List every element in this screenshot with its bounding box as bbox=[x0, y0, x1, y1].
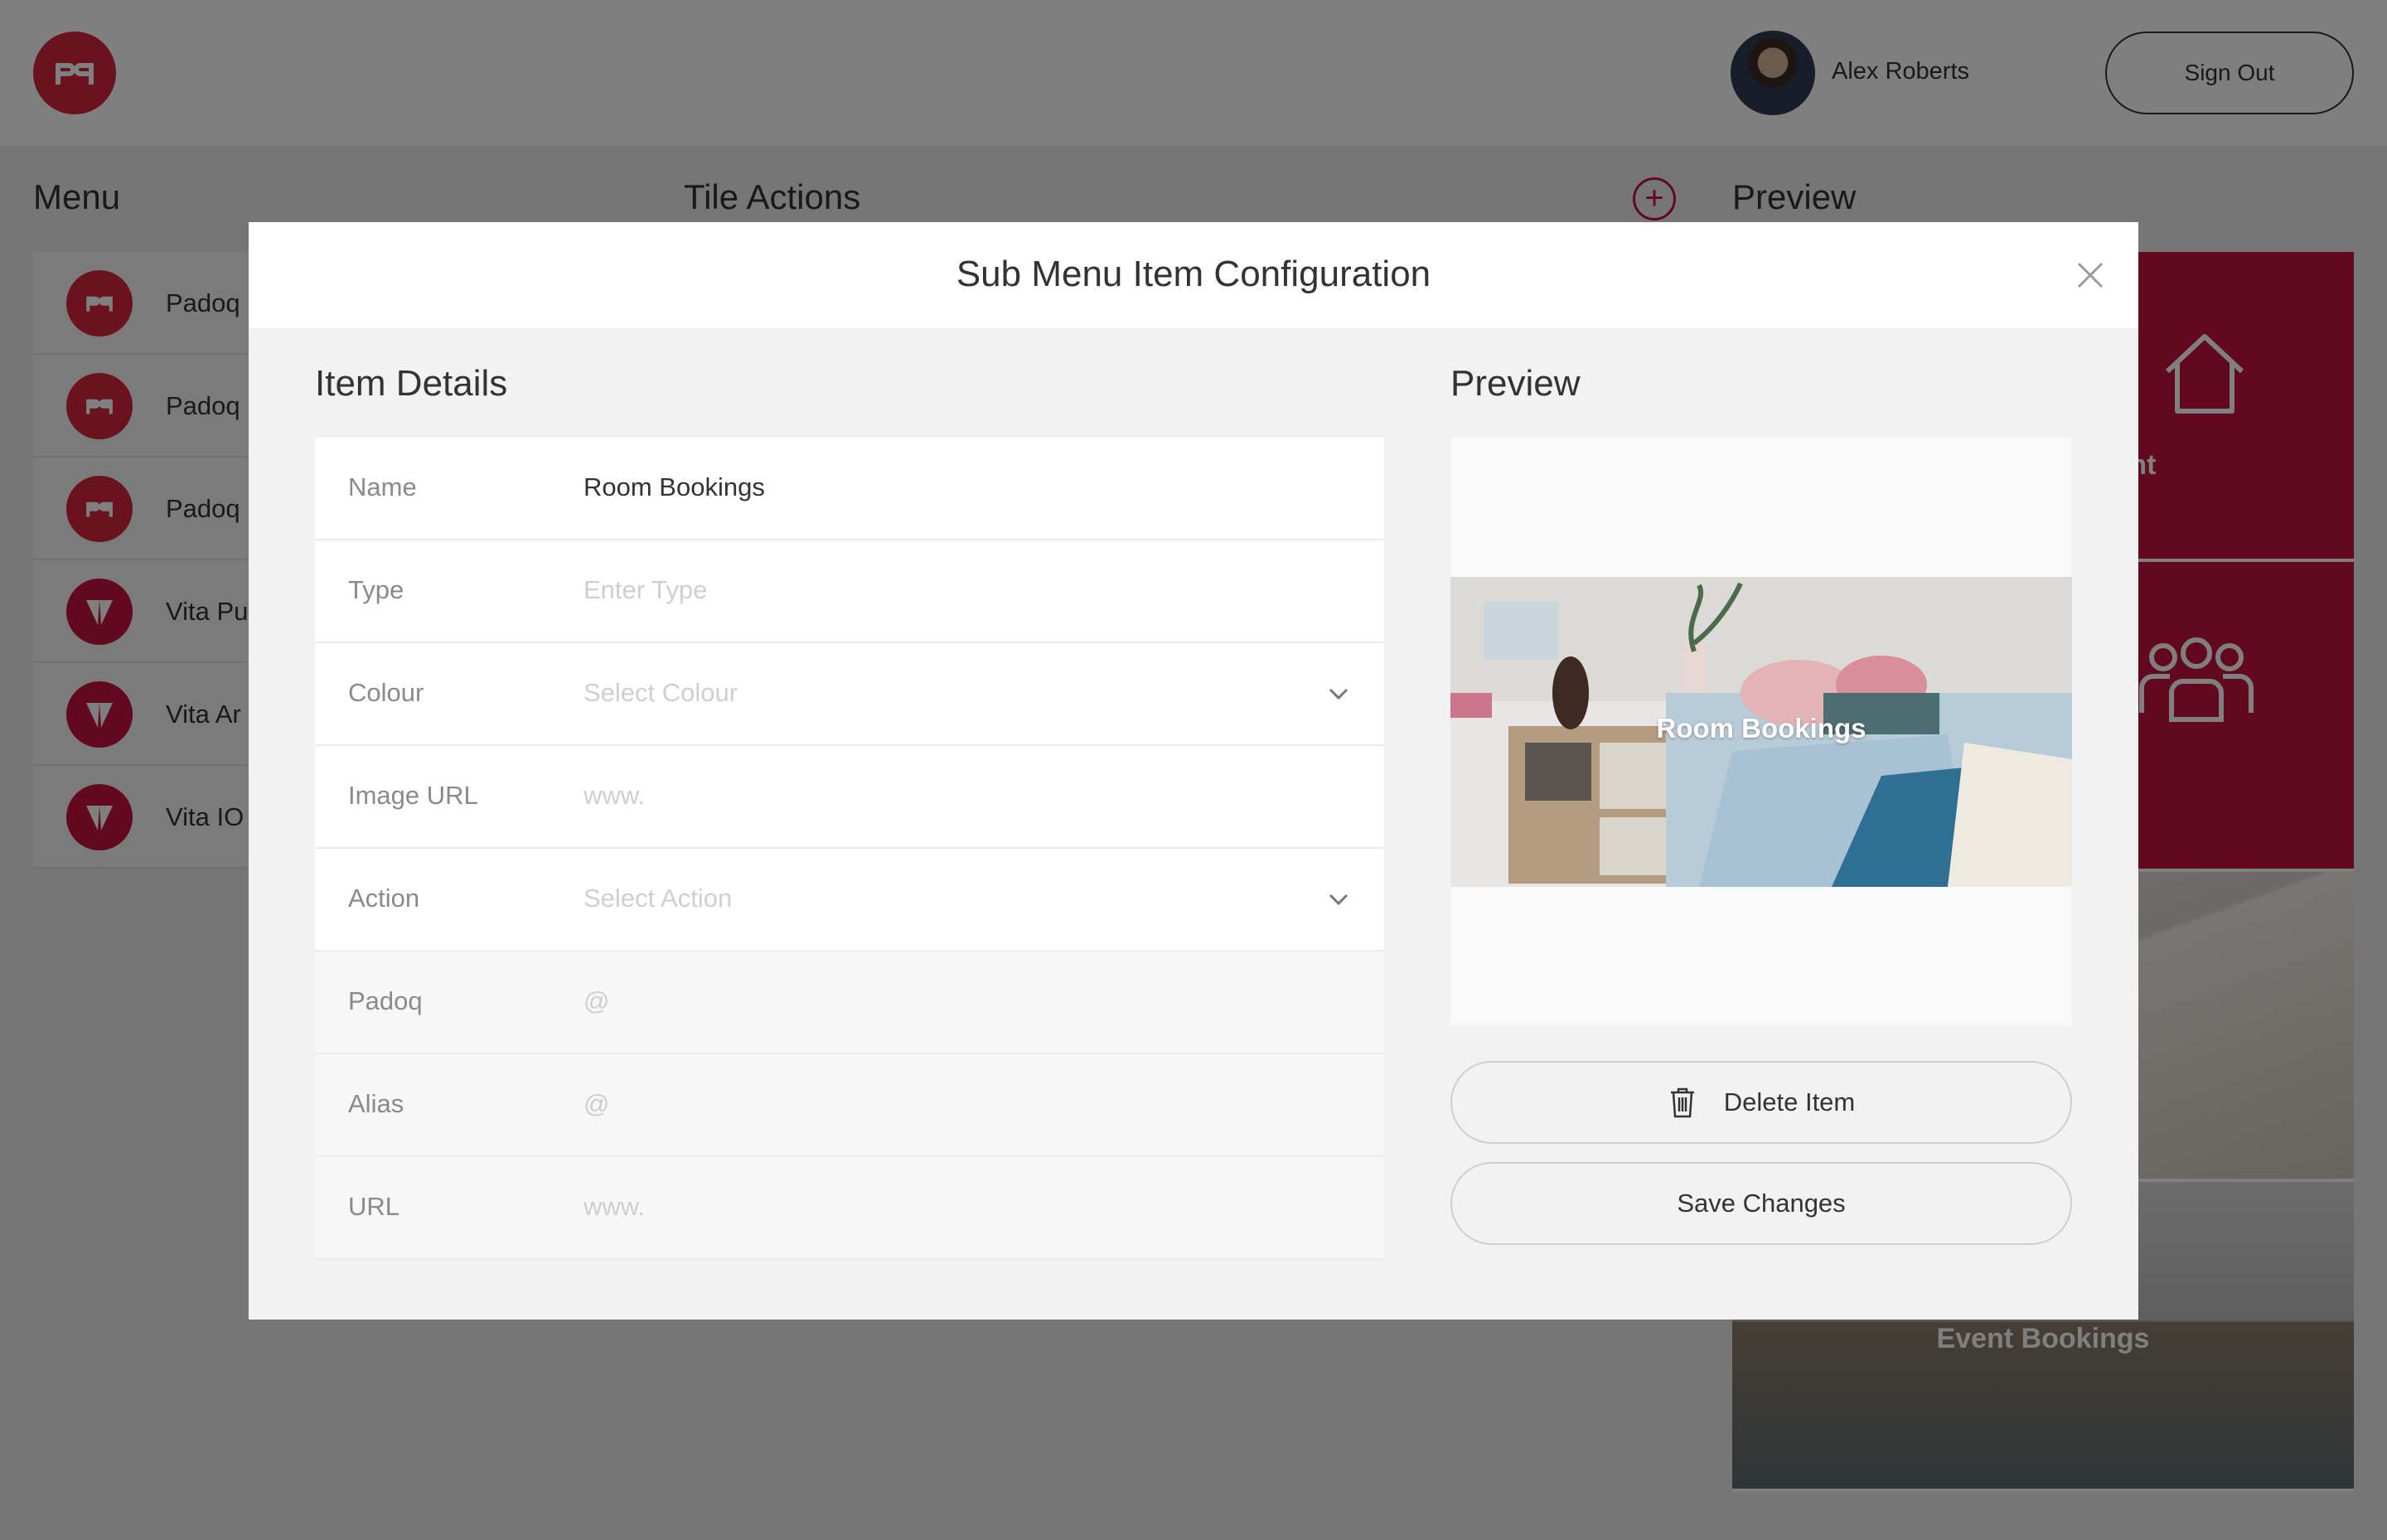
modal-header: Sub Menu Item Configuration bbox=[249, 222, 2138, 328]
field-label: Name bbox=[348, 472, 417, 501]
image-url-input[interactable]: www. bbox=[583, 781, 645, 811]
padoq-field: Padoq @ bbox=[315, 952, 1384, 1054]
chevron-down-icon[interactable] bbox=[1326, 681, 1351, 706]
field-label: URL bbox=[348, 1192, 400, 1221]
trash-icon bbox=[1670, 1087, 1694, 1118]
field-label: Type bbox=[348, 575, 404, 604]
url-input: www. bbox=[583, 1192, 646, 1221]
item-details-title: Item Details bbox=[315, 363, 508, 404]
sub-menu-config-modal: Sub Menu Item Configuration Item Details… bbox=[249, 222, 2138, 1320]
delete-item-label: Delete Item bbox=[1723, 1087, 1856, 1116]
room-bookings-preview: Room Bookings bbox=[1450, 577, 2072, 887]
chevron-down-icon[interactable] bbox=[1326, 887, 1351, 912]
modal-preview-title: Preview bbox=[1450, 363, 1581, 404]
delete-item-button[interactable]: Delete Item bbox=[1450, 1061, 2072, 1144]
colour-select[interactable]: Colour Select Colour bbox=[315, 643, 1384, 746]
alias-field: Alias @ bbox=[315, 1054, 1384, 1157]
save-changes-button[interactable]: Save Changes bbox=[1450, 1162, 2072, 1245]
preview-caption: Room Bookings bbox=[1656, 713, 1867, 743]
modal-title: Sub Menu Item Configuration bbox=[956, 254, 1431, 294]
action-select-value[interactable]: Select Action bbox=[583, 884, 732, 913]
padoq-input: @ bbox=[583, 986, 610, 1015]
field-label: Action bbox=[348, 884, 420, 913]
field-label: Padoq bbox=[348, 986, 423, 1015]
type-input[interactable]: Enter Type bbox=[583, 575, 707, 605]
image-url-field[interactable]: Image URL www. bbox=[315, 746, 1384, 849]
alias-input: @ bbox=[583, 1089, 610, 1118]
field-label: Colour bbox=[348, 678, 424, 707]
name-field[interactable]: Name Room Bookings bbox=[315, 438, 1384, 540]
colour-select-value[interactable]: Select Colour bbox=[583, 678, 738, 708]
item-details-form: Name Room Bookings Type Enter Type Colou… bbox=[315, 438, 1384, 1260]
type-field[interactable]: Type Enter Type bbox=[315, 540, 1384, 643]
field-label: Alias bbox=[348, 1089, 404, 1118]
action-select[interactable]: Action Select Action bbox=[315, 849, 1384, 952]
field-label: Image URL bbox=[348, 781, 478, 810]
name-input[interactable]: Room Bookings bbox=[583, 472, 765, 502]
close-icon[interactable] bbox=[2075, 260, 2105, 290]
item-preview: Room Bookings bbox=[1450, 438, 2072, 1026]
url-field: URL www. bbox=[315, 1157, 1384, 1260]
